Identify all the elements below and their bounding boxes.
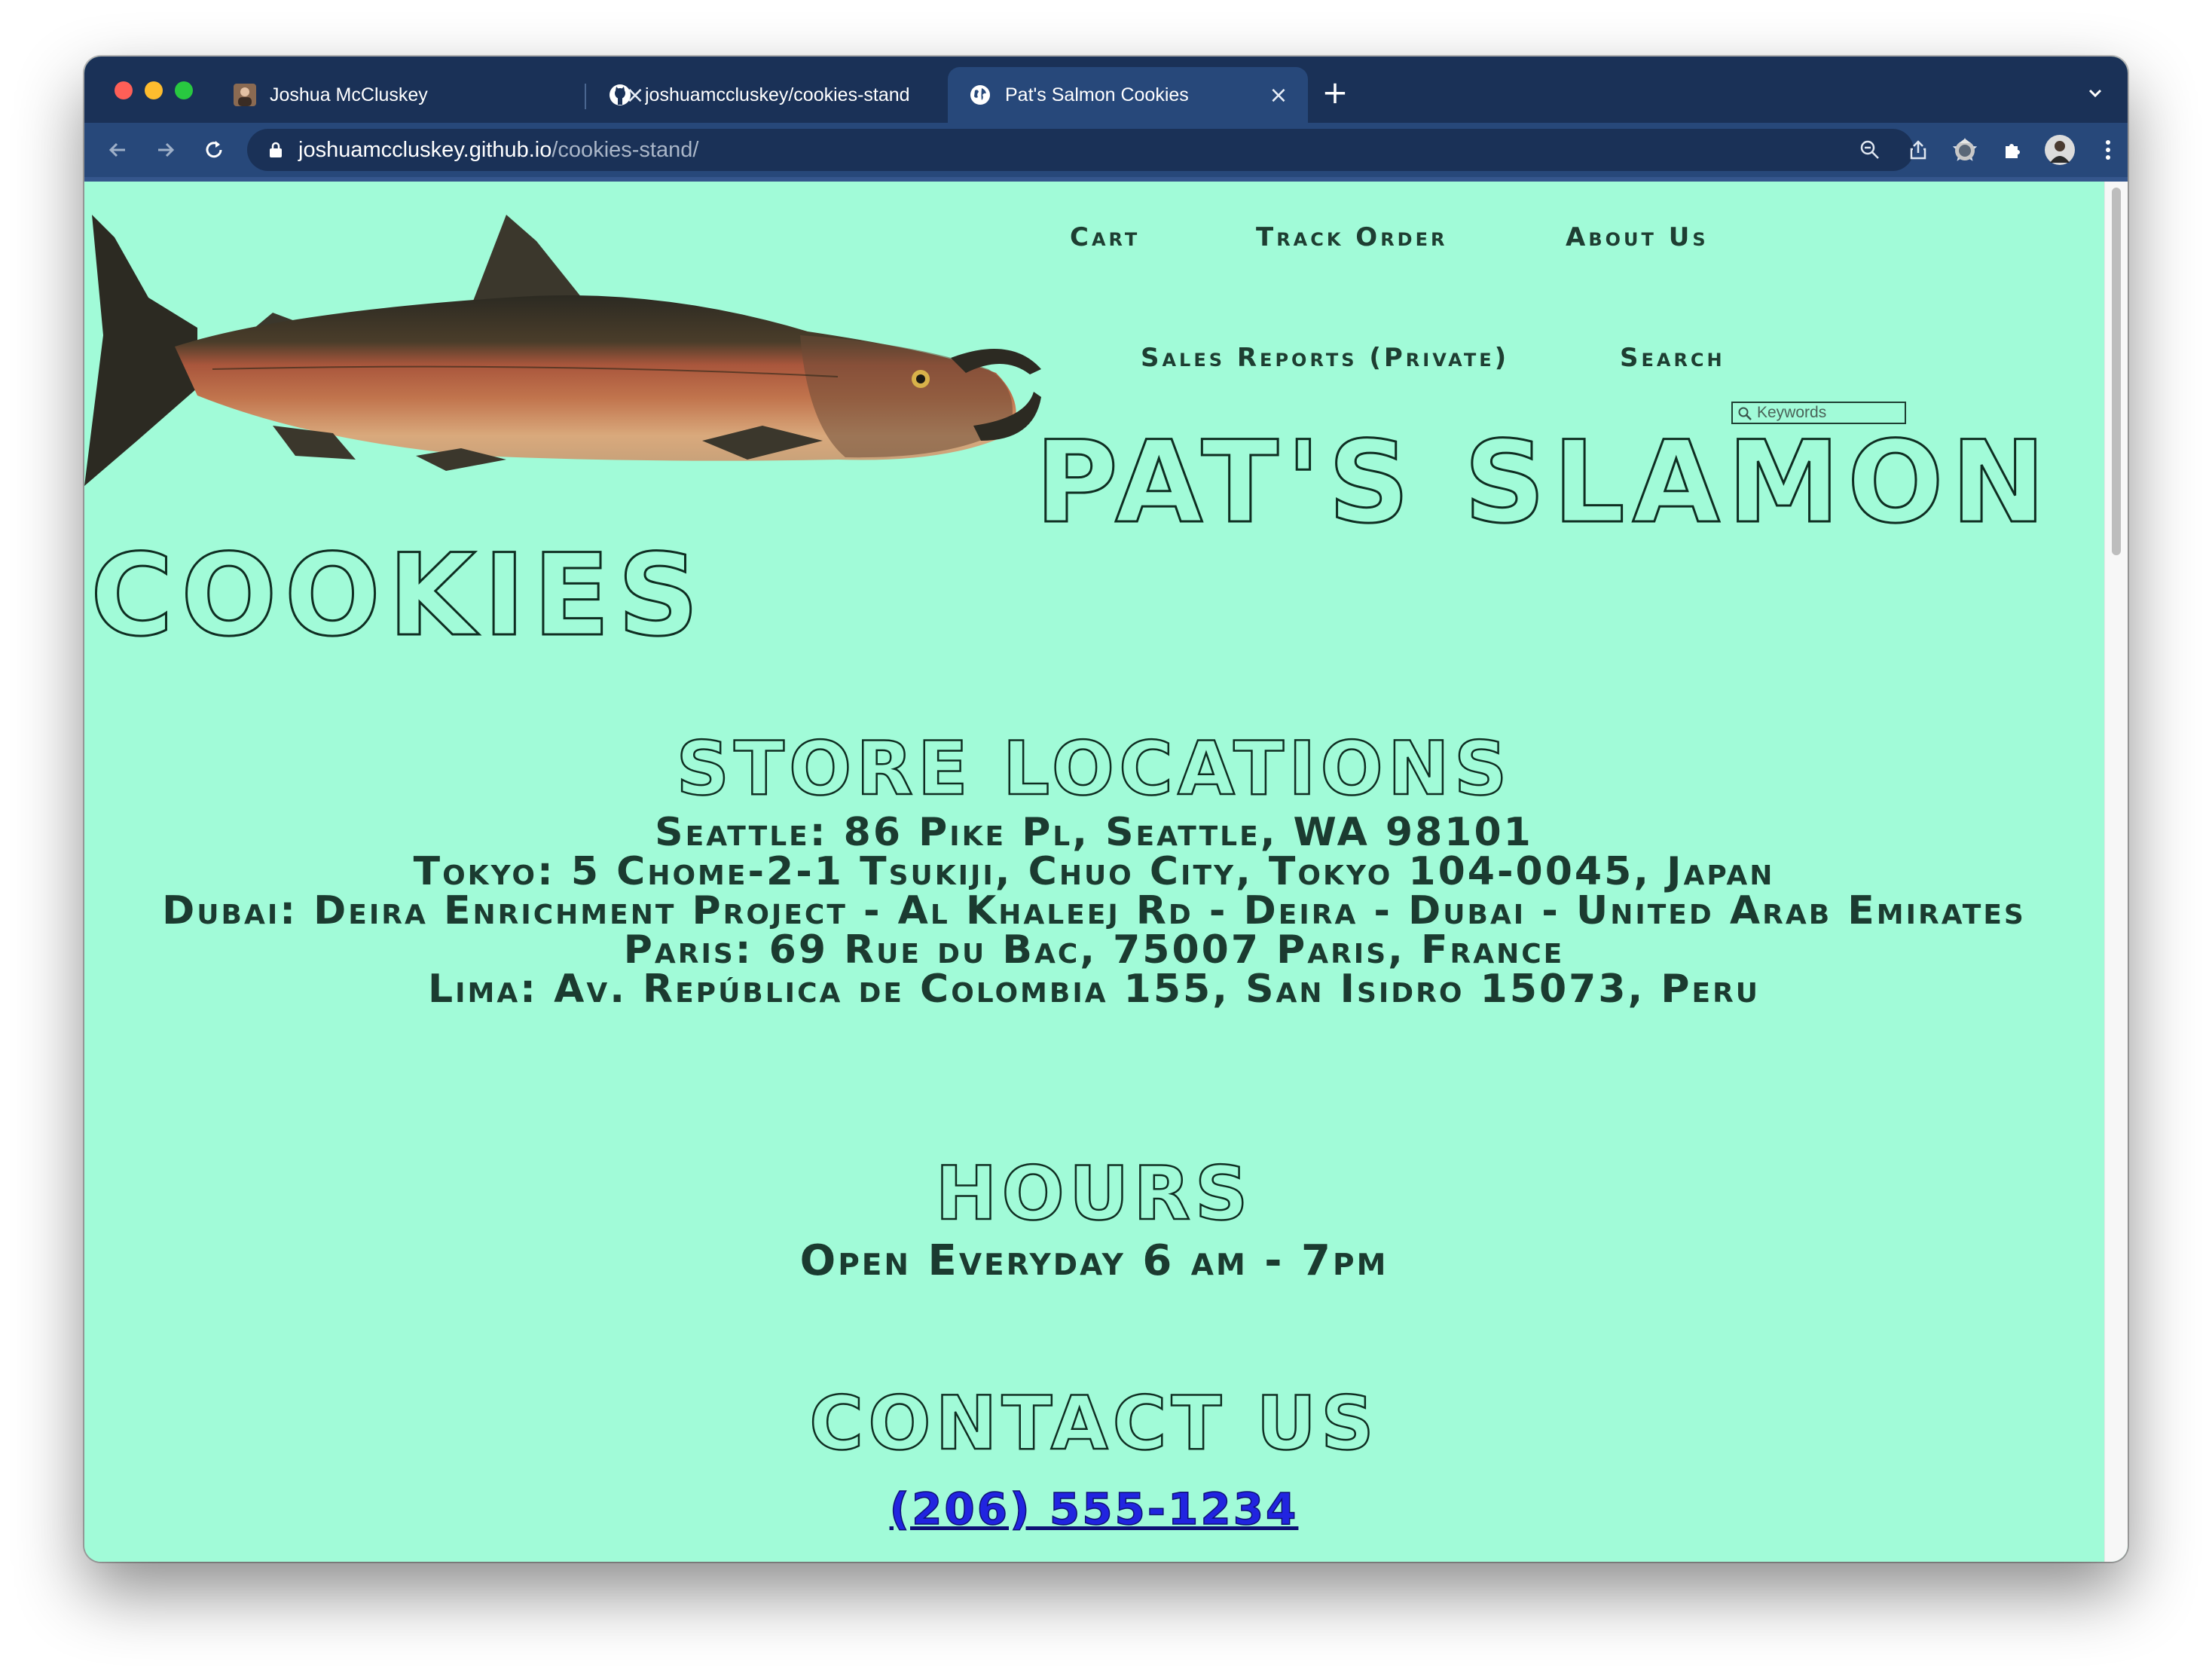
url-host: joshuamccluskey.github.io <box>298 138 552 162</box>
hours-heading: HOURS <box>934 1150 1253 1239</box>
close-window-button[interactable] <box>115 81 133 99</box>
new-tab-button[interactable]: + <box>1320 77 1350 108</box>
reload-icon[interactable] <box>197 133 231 166</box>
web-page: Cart Track Order About Us Sales Reports … <box>84 182 2128 1562</box>
maximize-window-button[interactable] <box>175 81 193 99</box>
contact-heading: CONTACT US <box>808 1380 1379 1468</box>
salmon-image <box>84 215 1041 486</box>
location-lima: Lima: Av. República de Colombia 155, San… <box>427 967 1761 1012</box>
location-tokyo: Tokyo: 5 Chome-2-1 Tsukiji, Chuo City, T… <box>413 849 1775 894</box>
url-text: joshuamccluskey.github.io/cookies-stand/ <box>298 129 698 171</box>
nav-track-order-link[interactable]: Track Order <box>1256 222 1447 252</box>
phone-link[interactable]: (206) 555-1234 <box>889 1483 1299 1535</box>
tab-title: Joshua McCluskey <box>270 84 428 105</box>
hours-text: Open Everyday 6 am - 7pm <box>799 1236 1389 1285</box>
close-tab-icon[interactable]: × <box>1267 82 1290 108</box>
zoom-icon[interactable] <box>1853 133 1887 166</box>
lock-icon[interactable] <box>267 141 285 159</box>
location-dubai: Dubai: Deira Enrichment Project - Al Kha… <box>162 888 2026 933</box>
url-path: /cookies-stand/ <box>551 138 699 162</box>
back-arrow-icon[interactable] <box>101 133 134 166</box>
tab-separator <box>585 84 586 109</box>
nav-sales-reports-link[interactable]: Sales Reports (Private) <box>1141 343 1509 373</box>
location-paris: Paris: 69 Rue du Bac, 75007 Paris, Franc… <box>623 927 1565 973</box>
puzzle-extensions-icon[interactable] <box>1997 133 2030 166</box>
tab-title: joshuamccluskey/cookies-stand <box>645 84 910 105</box>
github-icon <box>609 84 631 106</box>
browser-toolbar: joshuamccluskey.github.io/cookies-stand/ <box>84 123 2128 177</box>
nav-about-us-link[interactable]: About Us <box>1566 222 1709 252</box>
extension-icon[interactable] <box>1948 133 1981 166</box>
store-locations-heading: STORE LOCATIONS <box>675 726 1512 814</box>
store-locations-section: STORE LOCATIONS Seattle: 86 Pike Pl, Sea… <box>84 726 2104 1009</box>
globe-icon <box>969 84 991 106</box>
share-icon[interactable] <box>1902 133 1935 166</box>
browser-menu-icon[interactable] <box>2091 133 2125 166</box>
site-title-line1: PAT'S SLAMON <box>1034 417 2054 548</box>
page-scrollbar[interactable] <box>2104 182 2128 1562</box>
tab-search-chevron-icon[interactable] <box>2084 82 2107 105</box>
browser-window: Joshua McCluskey × joshuamccluskey/cooki… <box>84 57 2128 1562</box>
profile-avatar[interactable] <box>2043 133 2076 166</box>
location-seattle: Seattle: 86 Pike Pl, Seattle, WA 98101 <box>655 810 1533 855</box>
tab-strip: Joshua McCluskey × joshuamccluskey/cooki… <box>84 57 2128 123</box>
minimize-window-button[interactable] <box>145 81 163 99</box>
search-label: Search <box>1620 343 1725 373</box>
hours-section: HOURS Open Everyday 6 am - 7pm <box>84 1150 2104 1284</box>
forward-arrow-icon[interactable] <box>149 133 182 166</box>
nav-cart-link[interactable]: Cart <box>1070 222 1140 252</box>
address-bar[interactable]: joshuamccluskey.github.io/cookies-stand/ <box>247 129 1977 171</box>
contact-section: CONTACT US (206) 555-1234 <box>84 1379 2104 1535</box>
tab-pats-salmon-cookies[interactable]: Pat's Salmon Cookies × <box>948 67 1308 123</box>
scrollbar-thumb[interactable] <box>2112 188 2121 555</box>
tab-title: Pat's Salmon Cookies <box>1005 84 1189 105</box>
site-title-line2: COOKIES <box>90 530 707 661</box>
profile-photo-icon <box>234 84 256 106</box>
